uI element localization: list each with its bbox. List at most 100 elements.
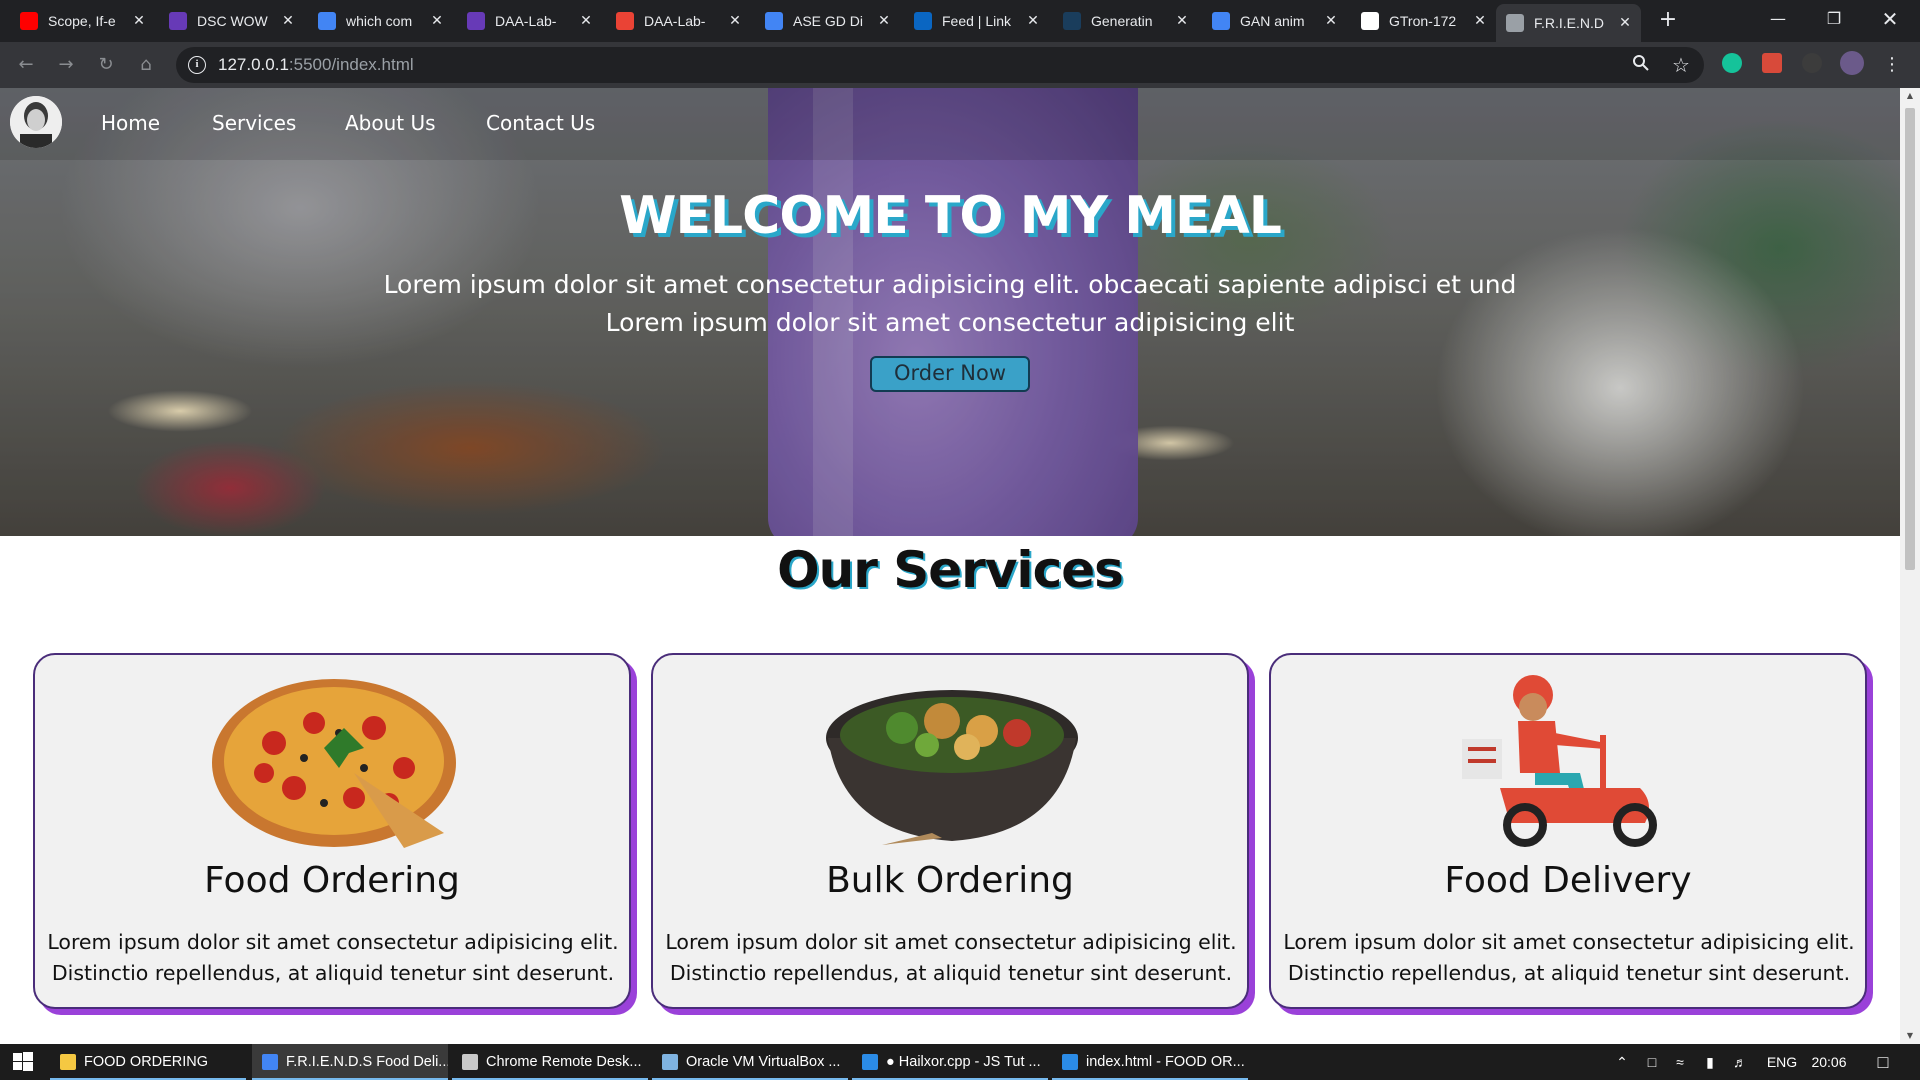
home-icon[interactable]: ⌂ xyxy=(132,51,160,79)
taskbar-item[interactable]: Oracle VM VirtualBox ... xyxy=(652,1044,848,1080)
browser-tab[interactable]: DAA-Lab- ✕ xyxy=(606,6,751,36)
windows-taskbar: FOOD ORDERING F.R.I.E.N.D.S Food Deli... C… xyxy=(0,1044,1920,1080)
browser-tab[interactable]: Feed | Link ✕ xyxy=(904,6,1049,36)
close-tab-icon[interactable]: ✕ xyxy=(1472,13,1488,29)
back-icon[interactable]: ← xyxy=(12,51,40,79)
docs-icon xyxy=(765,12,783,30)
card-description-line: Distinctio repellendus, at aliquid tenet… xyxy=(669,961,1233,985)
nav-home-link[interactable]: Home xyxy=(101,111,160,135)
hero-description: Lorem ipsum dolor sit amet consectetur a… xyxy=(330,266,1570,342)
youtube-icon xyxy=(20,12,38,30)
zoom-icon[interactable] xyxy=(1630,54,1652,76)
virtualbox-icon xyxy=(662,1054,678,1070)
device-icon[interactable]: □ xyxy=(1640,1044,1664,1080)
hero-section: Home Services About Us Contact Us WELCOM… xyxy=(0,88,1900,536)
new-tab-button[interactable]: + xyxy=(1655,9,1681,33)
address-bar[interactable]: i 127.0.0.1:5500/index.html ☆ xyxy=(176,47,1704,83)
hero-line-1: Lorem ipsum dolor sit amet consectetur a… xyxy=(383,270,1517,299)
services-heading: Our Services xyxy=(777,541,1124,599)
gmail-icon xyxy=(616,12,634,30)
browser-tab-label: Feed | Link xyxy=(942,13,1012,29)
close-tab-icon[interactable]: ✕ xyxy=(280,13,296,29)
card-title: Food Ordering xyxy=(204,860,460,901)
browser-tab[interactable]: ASE GD Di ✕ xyxy=(755,6,900,36)
browser-tab[interactable]: which com ✕ xyxy=(308,6,453,36)
profile-avatar[interactable] xyxy=(1840,51,1864,75)
url-text[interactable]: 127.0.0.1:5500/index.html xyxy=(218,55,414,75)
taskbar-item[interactable]: ● Hailxor.cpp - JS Tut ... xyxy=(852,1044,1048,1080)
taskbar-item-label: Oracle VM VirtualBox ... xyxy=(686,1054,841,1070)
order-now-button[interactable]: Order Now xyxy=(870,356,1030,392)
language-indicator[interactable]: ENG xyxy=(1764,1044,1800,1080)
scrollbar-thumb[interactable] xyxy=(1905,108,1915,570)
browser-tab-label: Generatin xyxy=(1091,13,1153,29)
grammarly-extension-icon[interactable] xyxy=(1722,53,1742,73)
service-card-food-delivery[interactable]: Food Delivery Lorem ipsum dolor sit amet… xyxy=(1269,653,1867,1009)
close-tab-icon[interactable]: ✕ xyxy=(1025,13,1041,29)
close-tab-icon[interactable]: ✕ xyxy=(578,13,594,29)
site-info-icon[interactable]: i xyxy=(188,56,206,74)
card-description-line: Lorem ipsum dolor sit amet consectetur a… xyxy=(665,930,1237,954)
google-icon xyxy=(1212,12,1230,30)
site-logo-avatar[interactable] xyxy=(10,96,62,148)
notification-center-icon[interactable]: □ xyxy=(1868,1044,1898,1080)
forward-icon[interactable]: → xyxy=(52,51,80,79)
scroll-down-arrow-icon[interactable]: ▼ xyxy=(1900,1028,1920,1044)
tds-icon xyxy=(1063,12,1081,30)
nav-about-link[interactable]: About Us xyxy=(345,111,436,135)
browser-tab[interactable]: DAA-Lab- ✕ xyxy=(457,6,602,36)
chrome-icon xyxy=(262,1054,278,1070)
browser-tab-label: DSC WOW xyxy=(197,13,268,29)
extension-puzzle-icon[interactable] xyxy=(1802,53,1822,73)
service-card-bulk-ordering[interactable]: Bulk Ordering Lorem ipsum dolor sit amet… xyxy=(651,653,1249,1009)
folder-icon xyxy=(60,1054,76,1070)
taskbar-item[interactable]: F.R.I.E.N.D.S Food Deli... xyxy=(252,1044,448,1080)
minimize-button[interactable]: — xyxy=(1752,0,1804,42)
close-tab-icon[interactable]: ✕ xyxy=(1323,13,1339,29)
bookmark-star-icon[interactable]: ☆ xyxy=(1670,54,1692,76)
close-tab-icon[interactable]: ✕ xyxy=(429,13,445,29)
nav-services-link[interactable]: Services xyxy=(212,111,296,135)
browser-tab[interactable]: GTron-172 ✕ xyxy=(1351,6,1496,36)
google-icon xyxy=(318,12,336,30)
page-scrollbar[interactable]: ▲ ▼ xyxy=(1900,88,1920,1044)
browser-tab[interactable]: DSC WOW ✕ xyxy=(159,6,304,36)
clock[interactable]: 20:06 xyxy=(1804,1044,1854,1080)
taskbar-item[interactable]: index.html - FOOD OR... xyxy=(1052,1044,1248,1080)
taskbar-item-label: FOOD ORDERING xyxy=(84,1054,209,1070)
taskbar-item[interactable]: Chrome Remote Desk... xyxy=(452,1044,648,1080)
close-window-button[interactable]: ✕ xyxy=(1864,0,1916,42)
wifi-icon[interactable]: ≈ xyxy=(1668,1044,1692,1080)
card-description: Lorem ipsum dolor sit amet consectetur a… xyxy=(665,927,1237,989)
show-hidden-icons-icon[interactable]: ⌃ xyxy=(1610,1044,1634,1080)
close-tab-icon[interactable]: ✕ xyxy=(1617,15,1633,31)
card-title: Food Delivery xyxy=(1444,860,1692,901)
browser-tab[interactable]: Scope, If-e ✕ xyxy=(10,6,155,36)
nav-contact-link[interactable]: Contact Us xyxy=(486,111,595,135)
close-tab-icon[interactable]: ✕ xyxy=(876,13,892,29)
service-card-food-ordering[interactable]: Food Ordering Lorem ipsum dolor sit amet… xyxy=(33,653,631,1009)
browser-tab-label: Scope, If-e xyxy=(48,13,116,29)
url-path: :5500/index.html xyxy=(288,55,414,74)
battery-icon[interactable]: ▮ xyxy=(1698,1044,1722,1080)
close-tab-icon[interactable]: ✕ xyxy=(131,13,147,29)
scroll-up-arrow-icon[interactable]: ▲ xyxy=(1900,88,1920,104)
maximize-button[interactable]: ❐ xyxy=(1808,0,1860,42)
browser-tab[interactable]: F.R.I.E.N.D ✕ xyxy=(1496,4,1641,42)
extension-icon[interactable] xyxy=(1762,53,1782,73)
windows-start-icon[interactable] xyxy=(0,1044,46,1080)
page-viewport: Home Services About Us Contact Us WELCOM… xyxy=(0,88,1900,1044)
menu-icon[interactable]: ⋮ xyxy=(1878,51,1906,79)
volume-icon[interactable]: ♬ xyxy=(1728,1044,1752,1080)
browser-tab-label: ASE GD Di xyxy=(793,13,864,29)
taskbar-item-label: ● Hailxor.cpp - JS Tut ... xyxy=(886,1054,1041,1070)
linkedin-icon xyxy=(914,12,932,30)
close-tab-icon[interactable]: ✕ xyxy=(727,13,743,29)
browser-tab-label: which com xyxy=(346,13,413,29)
close-tab-icon[interactable]: ✕ xyxy=(1174,13,1190,29)
browser-tab[interactable]: Generatin ✕ xyxy=(1053,6,1198,36)
reload-icon[interactable]: ↻ xyxy=(92,51,120,79)
browser-tab-label: F.R.I.E.N.D xyxy=(1534,15,1605,31)
taskbar-item[interactable]: FOOD ORDERING xyxy=(50,1044,246,1080)
browser-tab[interactable]: GAN anim ✕ xyxy=(1202,6,1347,36)
